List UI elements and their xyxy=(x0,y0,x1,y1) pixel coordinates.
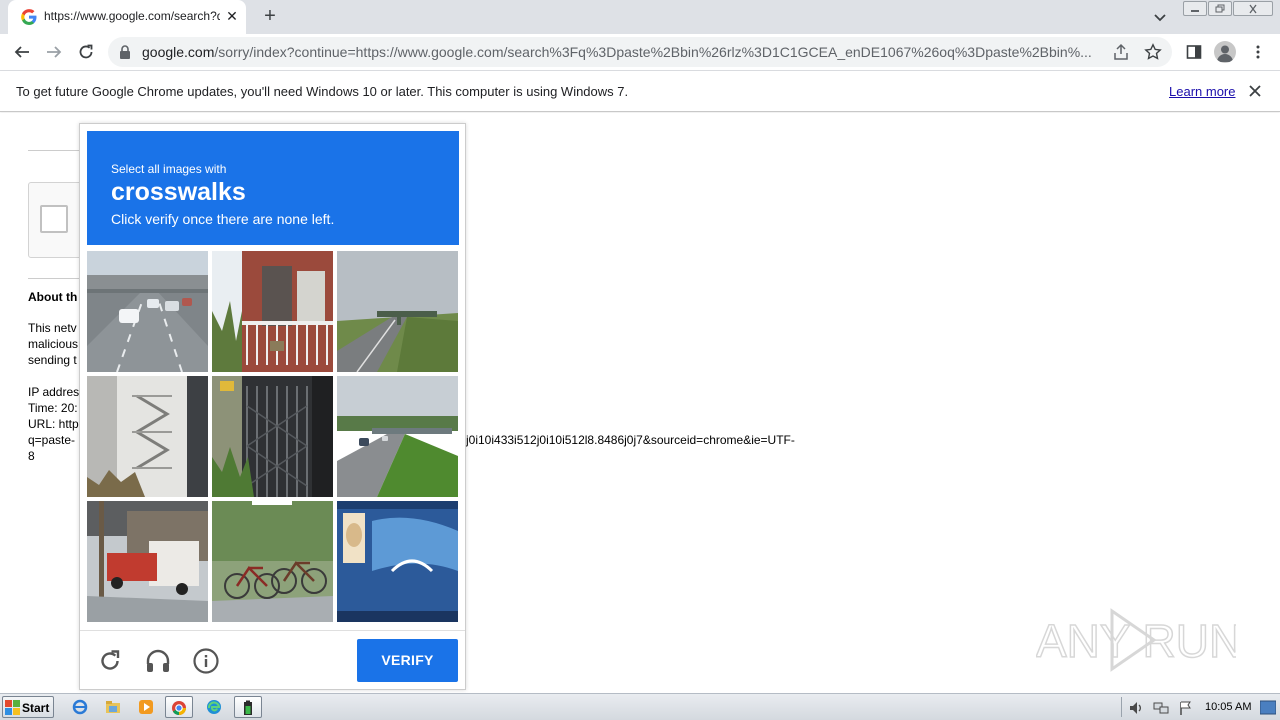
action-center-flag-icon[interactable] xyxy=(1178,700,1194,716)
windows-taskbar: Start 10:05 AM xyxy=(0,693,1280,720)
media-player-icon[interactable] xyxy=(132,696,160,718)
about-text-line: malicious xyxy=(28,337,79,351)
time-line: Time: 20: xyxy=(28,401,78,415)
recaptcha-checkbox[interactable] xyxy=(40,205,68,233)
url-end-text: 8 xyxy=(28,449,35,463)
address-bar[interactable]: google.com/sorry/index?continue=https://… xyxy=(108,37,1172,67)
challenge-target: crosswalks xyxy=(111,178,246,206)
network-icon[interactable] xyxy=(1153,700,1169,716)
start-button[interactable]: Start xyxy=(2,696,54,718)
bookmark-star-icon[interactable] xyxy=(1144,43,1162,61)
tab-search-chevron-down-icon[interactable] xyxy=(1150,7,1170,27)
about-text-line: This netv xyxy=(28,321,77,335)
forward-arrow-icon[interactable] xyxy=(42,40,66,64)
back-arrow-icon[interactable] xyxy=(10,40,34,64)
svg-text:ANY RUN: ANY RUN xyxy=(1036,615,1236,667)
start-label: Start xyxy=(22,701,50,715)
reload-challenge-icon[interactable] xyxy=(95,646,125,676)
restore-button[interactable] xyxy=(1208,1,1232,16)
captcha-tile-highway-traffic[interactable] xyxy=(87,251,208,372)
url-line: URL: http xyxy=(28,417,79,431)
tab-close-icon[interactable]: ✕ xyxy=(224,8,240,24)
windows-logo-icon xyxy=(5,700,20,715)
taskbar-clock[interactable]: 10:05 AM xyxy=(1205,701,1251,713)
instruction-small: Select all images with xyxy=(111,162,227,176)
ip-address-line: IP addres xyxy=(28,385,80,399)
anyrun-watermark-logo: ANY RUN xyxy=(1036,608,1236,672)
captcha-tile-delivery-van[interactable] xyxy=(337,501,458,622)
tab-strip: https://www.google.com/search?q= ✕ + xyxy=(0,0,1280,34)
browser-tab[interactable]: https://www.google.com/search?q= ✕ xyxy=(8,0,246,34)
recaptcha-challenge: Select all images with crosswalks Click … xyxy=(79,123,466,690)
google-favicon-icon xyxy=(21,9,37,25)
verify-button[interactable]: VERIFY xyxy=(357,639,458,682)
captcha-tile-metal-gate[interactable] xyxy=(212,376,333,497)
captcha-tile-street-truck[interactable] xyxy=(87,501,208,622)
about-text-line: sending t xyxy=(28,353,77,367)
internet-explorer-icon[interactable] xyxy=(66,696,94,718)
lock-icon[interactable] xyxy=(118,44,132,60)
about-heading: About th xyxy=(28,290,78,304)
reload-icon[interactable] xyxy=(74,40,98,64)
audio-challenge-headphones-icon[interactable] xyxy=(143,646,173,676)
captcha-tile-parked-bicycles[interactable] xyxy=(212,501,333,622)
show-desktop-icon[interactable] xyxy=(1260,700,1276,716)
info-icon[interactable] xyxy=(191,646,221,676)
instruction-sub: Click verify once there are none left. xyxy=(111,211,335,227)
side-panel-icon[interactable] xyxy=(1182,40,1206,64)
tab-title: https://www.google.com/search?q= xyxy=(44,9,220,23)
challenge-header: Select all images with crosswalks Click … xyxy=(87,131,459,245)
captcha-tile-fire-escape-building[interactable] xyxy=(87,376,208,497)
menu-kebab-icon[interactable] xyxy=(1246,40,1270,64)
update-infobar: To get future Google Chrome updates, you… xyxy=(0,71,1280,112)
close-window-button[interactable] xyxy=(1233,1,1273,16)
share-icon[interactable] xyxy=(1112,43,1130,61)
chrome-icon[interactable] xyxy=(165,696,193,718)
volume-icon[interactable] xyxy=(1128,700,1144,716)
browser-toolbar: google.com/sorry/index?continue=https://… xyxy=(0,34,1280,71)
tray-divider xyxy=(1121,697,1122,717)
battery-app-icon[interactable] xyxy=(234,696,262,718)
url-text[interactable]: google.com/sorry/index?continue=https://… xyxy=(142,44,1102,60)
infobar-close-icon[interactable] xyxy=(1247,83,1263,99)
file-explorer-icon[interactable] xyxy=(99,696,127,718)
captcha-tile-brick-balcony[interactable] xyxy=(212,251,333,372)
profile-avatar-icon[interactable] xyxy=(1214,41,1236,63)
infobar-message: To get future Google Chrome updates, you… xyxy=(16,84,629,99)
new-tab-button[interactable]: + xyxy=(258,5,282,29)
captcha-tile-overpass-road[interactable] xyxy=(337,251,458,372)
captcha-tile-highway-bridge[interactable] xyxy=(337,376,458,497)
edge-icon[interactable] xyxy=(200,696,228,718)
minimize-button[interactable] xyxy=(1183,1,1207,16)
learn-more-link[interactable]: Learn more xyxy=(1169,84,1235,99)
divider xyxy=(80,630,465,631)
url-tail-text: j0i10i433i512j0i10i512l8.8486j0j7&source… xyxy=(466,433,795,447)
query-line: q=paste- xyxy=(28,433,76,447)
